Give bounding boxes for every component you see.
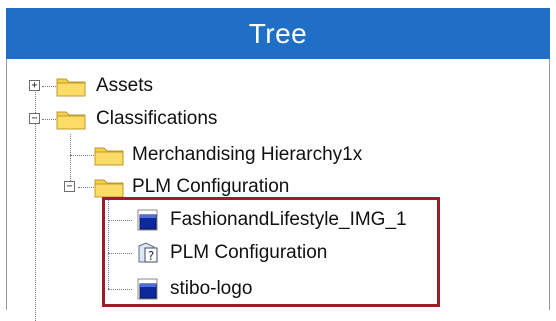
tree-panel: Tree + Assets − Classifications Merchand… [0,0,556,321]
tree-connector [108,220,132,221]
tree-connector [42,86,56,87]
tree-item-assets[interactable]: Assets [96,75,153,97]
tree-item-plm-configuration[interactable]: PLM Configuration [170,242,327,264]
folder-open-icon [56,111,86,130]
tree-item-stibo-logo[interactable]: stibo-logo [170,278,252,300]
svg-text:?: ? [148,249,154,263]
panel-header: Tree [6,8,550,59]
folder-open-icon [94,179,124,198]
tree-connector [102,199,103,294]
tree-item-plm-configuration-folder[interactable]: PLM Configuration [132,176,289,198]
tree-item-classifications[interactable]: Classifications [96,108,217,130]
folder-icon [56,78,86,97]
tree-connector [108,253,132,254]
tree-connector [42,119,56,120]
expand-toggle[interactable]: + [29,80,40,91]
panel-title: Tree [248,17,308,49]
tree-item-merchandising-hierarchy[interactable]: Merchandising Hierarchy1x [132,144,362,166]
tree-connector [108,289,132,290]
tree-connector [108,197,109,289]
unknown-document-icon: ? [138,242,158,263]
image-asset-icon [137,209,158,231]
collapse-toggle[interactable]: − [29,113,40,124]
collapse-toggle[interactable]: − [64,181,75,192]
tree-connector [70,155,94,156]
image-asset-icon [137,278,158,300]
folder-icon [94,147,124,166]
tree-item-fashion-image[interactable]: FashionandLifestyle_IMG_1 [170,209,407,231]
tree-connector [78,187,94,188]
